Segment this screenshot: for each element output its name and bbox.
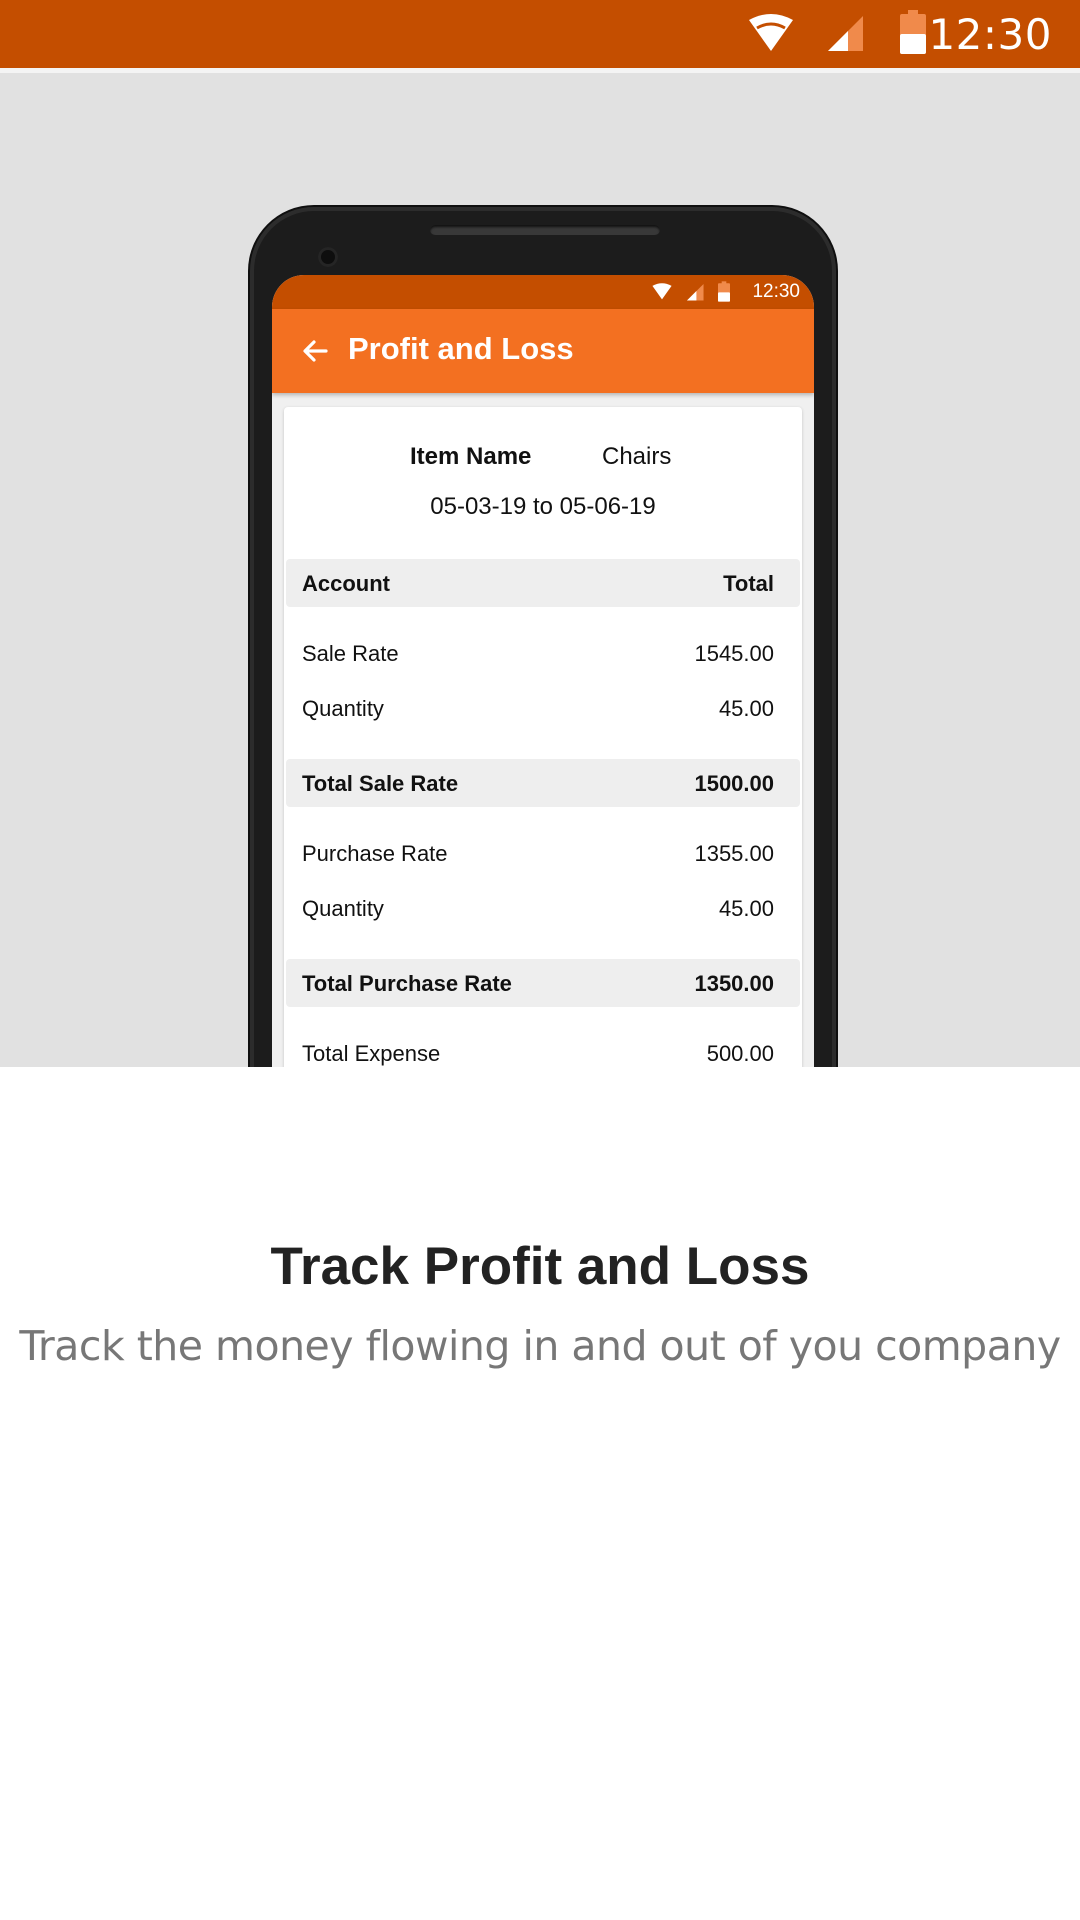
row-label: Quantity [302,696,384,721]
row-label: Purchase Rate [302,841,448,866]
phone-camera [318,247,338,267]
row-label: Total Purchase Rate [302,971,512,996]
wifi-icon [652,283,672,300]
battery-icon [900,10,926,54]
date-range: 05-03-19 to 05-06-19 [430,493,656,520]
back-arrow-icon[interactable] [302,339,328,363]
table-header: Account Total [286,559,800,607]
signal-icon [686,283,704,301]
header-account: Account [302,571,390,596]
row-value: 45.00 [718,896,774,921]
report-card: Item Name Chairs 05-03-19 to 05-06-19 Ac… [284,407,802,1067]
page-title: Profit and Loss [348,331,574,366]
app-bar: Profit and Loss [272,309,814,393]
table-row-total: Total Sale Rate 1500.00 [286,759,800,807]
row-value: 1545.00 [694,641,774,666]
phone-speaker [430,225,660,235]
table-row: Total Expense 500.00 [284,1029,802,1067]
wifi-icon [749,14,793,51]
row-label: Total Expense [302,1041,441,1066]
signal-icon [828,16,863,51]
row-label: Total Sale Rate [302,771,459,796]
phone-mockup: 12:30 Profit and Loss Item Name Chairs 0… [250,207,836,1067]
phone-status-bar: 12:30 [272,275,814,309]
row-value: 1350.00 [694,971,774,996]
battery-icon [718,281,730,302]
feature-title: Track Profit and Loss [270,1237,810,1296]
row-value: 45.00 [718,696,774,721]
feature-subtitle: Track the money flowing in and out of yo… [19,1322,1061,1370]
row-value: 500.00 [706,1041,774,1066]
item-name-label: Item Name [410,443,532,470]
table-row: Purchase Rate 1355.00 [284,829,802,877]
table-row: Sale Rate 1545.00 [284,629,802,677]
row-label: Quantity [302,896,384,921]
header-total: Total [723,571,774,596]
row-label: Sale Rate [302,641,399,666]
table-row: Quantity 45.00 [284,684,802,732]
item-name-value: Chairs [602,443,672,470]
row-value: 1355.00 [694,841,774,866]
status-time: 12:30 [928,10,1052,59]
table-row-total: Total Purchase Rate 1350.00 [286,959,800,1007]
hero-illustration: 12:30 Profit and Loss Item Name Chairs 0… [0,73,1080,1067]
status-bar: 12:30 [0,0,1080,68]
phone-screen: 12:30 Profit and Loss Item Name Chairs 0… [272,275,814,1067]
row-value: 1500.00 [694,771,774,796]
phone-status-time: 12:30 [752,281,800,302]
table-row: Quantity 45.00 [284,884,802,932]
